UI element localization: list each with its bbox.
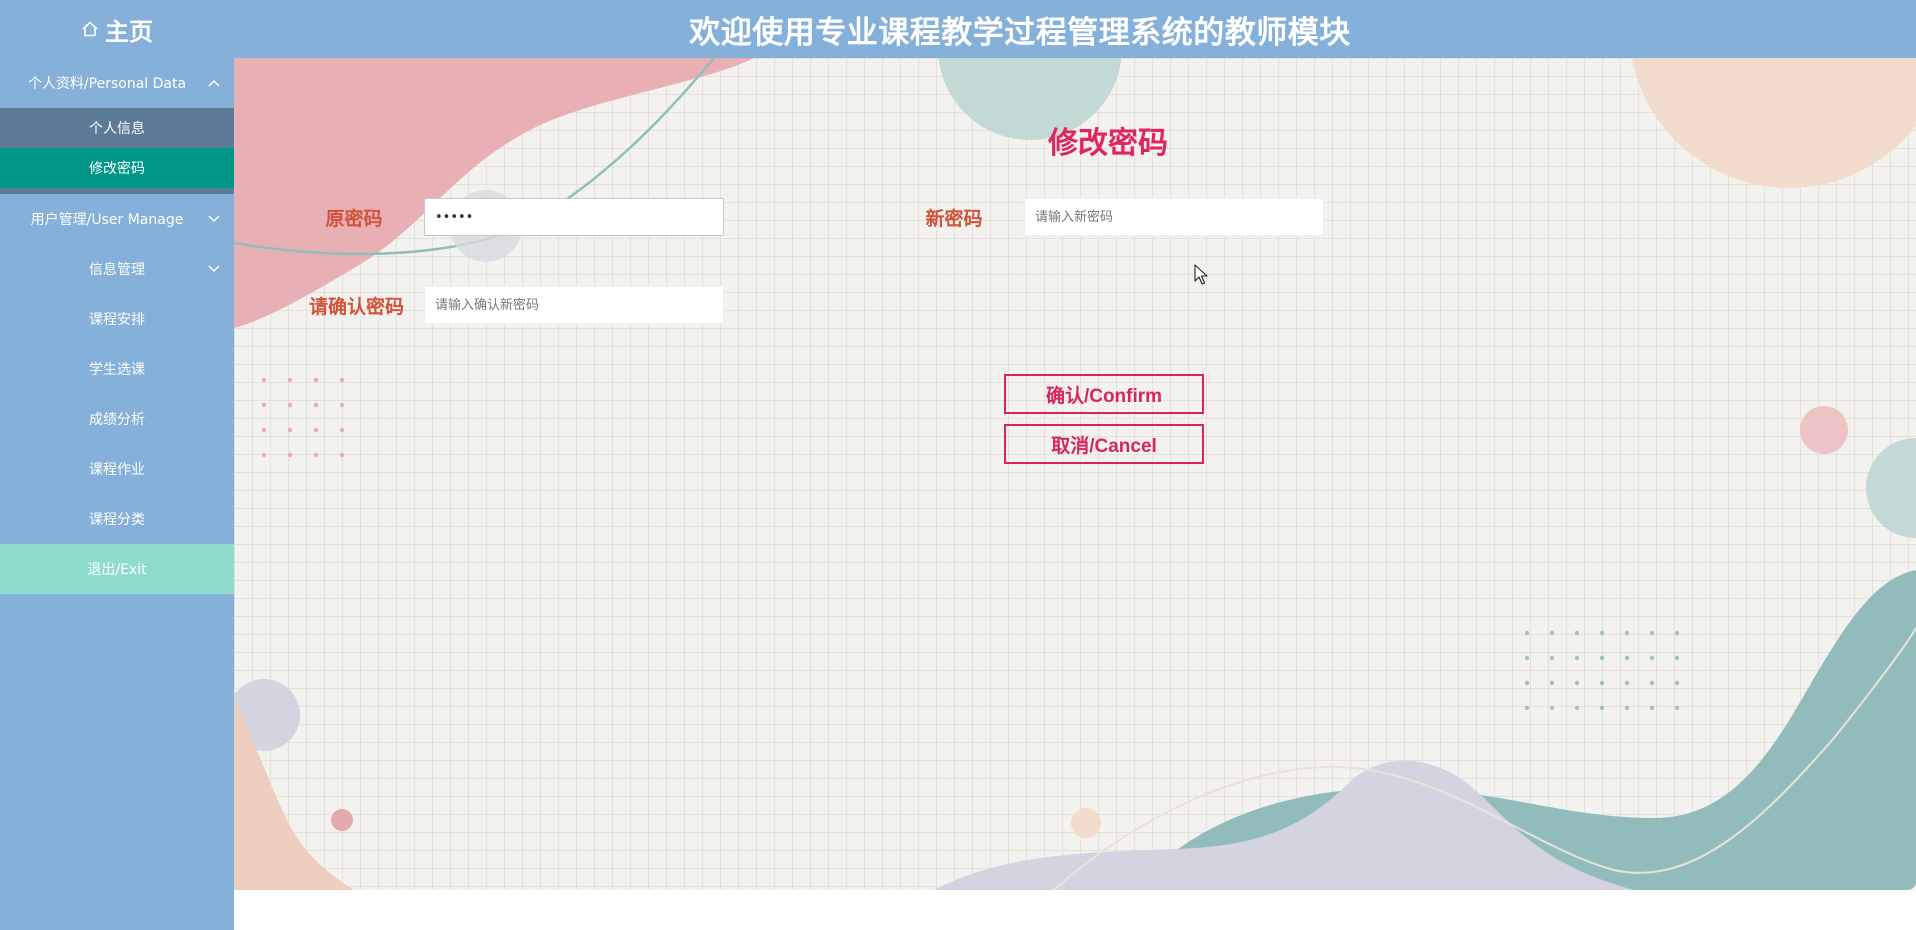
menu-user-manage-label: 用户管理/User Manage xyxy=(30,212,184,228)
sidebar-item-label: 课程安排 xyxy=(89,312,145,328)
cancel-button[interactable]: 取消/Cancel xyxy=(1004,424,1204,464)
background-decoration xyxy=(234,58,1916,890)
confirm-button[interactable]: 确认/Confirm xyxy=(1004,374,1204,414)
sidebar-item-label: 退出/Exit xyxy=(87,562,147,578)
sidebar-item-label: 信息管理 xyxy=(89,262,145,278)
header-title-text: 欢迎使用专业课程教学过程管理系统的教师模块 xyxy=(689,14,1351,51)
chevron-up-icon xyxy=(208,79,220,87)
sidebar-item-course-selection[interactable]: 学生选课 xyxy=(0,344,234,394)
chevron-down-icon xyxy=(208,265,220,273)
sidebar-item-info-manage[interactable]: 信息管理 xyxy=(0,244,234,294)
confirm-password-label: 请确认密码 xyxy=(308,296,404,318)
confirm-password-field[interactable] xyxy=(424,286,724,324)
top-header: 主页 欢迎使用专业课程教学过程管理系统的教师模块 xyxy=(0,0,1916,58)
mouse-cursor-icon xyxy=(1194,264,1208,290)
old-password-label: 原密码 xyxy=(325,208,383,230)
sidebar-item-course-schedule[interactable]: 课程安排 xyxy=(0,294,234,344)
new-password-field[interactable] xyxy=(1024,198,1324,236)
old-password-field[interactable] xyxy=(424,198,724,236)
home-icon xyxy=(81,20,99,38)
page-header-title: 欢迎使用专业课程教学过程管理系统的教师模块 xyxy=(234,0,1916,58)
sidebar-item-label: 个人信息 xyxy=(89,121,145,137)
personal-submenu: 个人信息 修改密码 xyxy=(0,108,234,194)
sidebar-item-label: 课程作业 xyxy=(89,462,145,478)
sidebar-item-course-homework[interactable]: 课程作业 xyxy=(0,444,234,494)
menu-personal-data-label: 个人资料/Personal Data xyxy=(27,76,187,92)
sidebar: 个人资料/Personal Data 个人信息 修改密码 用户管理/User M… xyxy=(0,58,234,930)
sidebar-item-label: 修改密码 xyxy=(89,161,145,177)
sidebar-item-label: 学生选课 xyxy=(89,362,145,378)
menu-personal-data[interactable]: 个人资料/Personal Data xyxy=(0,58,234,108)
sidebar-item-label: 成绩分析 xyxy=(89,412,145,428)
menu-user-manage[interactable]: 用户管理/User Manage xyxy=(0,194,234,244)
main-content: 修改密码 原密码 新密码 请确认密码 确认/Confirm 取消/Cancel xyxy=(234,58,1916,890)
page-title: 修改密码 xyxy=(1048,126,1168,161)
sidebar-item-label: 课程分类 xyxy=(89,512,145,528)
home-link[interactable]: 主页 xyxy=(0,0,234,58)
sidebar-item-grade-analysis[interactable]: 成绩分析 xyxy=(0,394,234,444)
sidebar-item-course-category[interactable]: 课程分类 xyxy=(0,494,234,544)
sidebar-item-change-password[interactable]: 修改密码 xyxy=(0,148,234,188)
home-label: 主页 xyxy=(105,17,153,46)
sidebar-item-personal-info[interactable]: 个人信息 xyxy=(0,108,234,148)
new-password-label: 新密码 xyxy=(925,208,983,230)
chevron-down-icon xyxy=(208,215,220,223)
sidebar-item-exit[interactable]: 退出/Exit xyxy=(0,544,234,594)
